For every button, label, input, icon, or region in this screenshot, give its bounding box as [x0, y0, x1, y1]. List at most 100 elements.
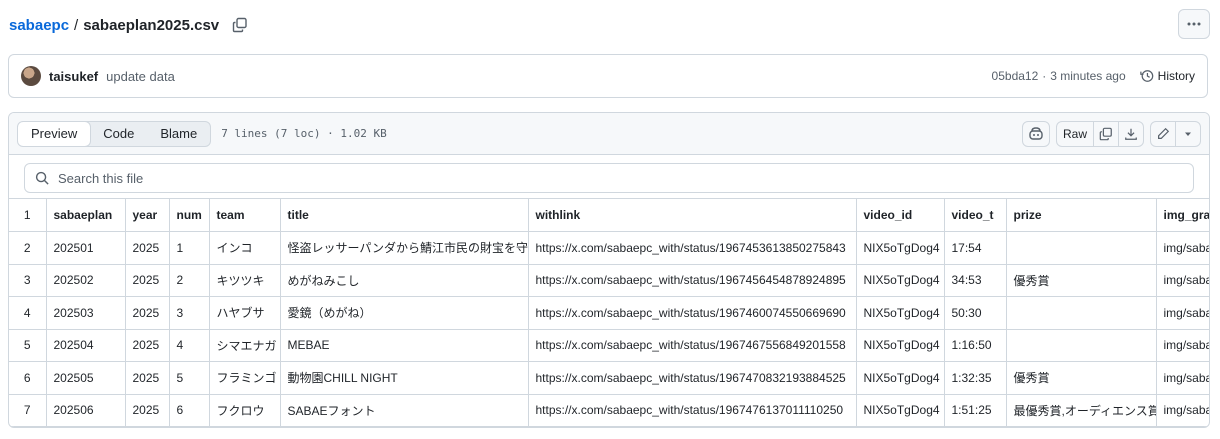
- table-cell: 2025: [124, 263, 170, 297]
- tab-preview[interactable]: Preview: [18, 121, 92, 146]
- search-placeholder: Search this file: [58, 170, 144, 186]
- file-size-info: 7 lines (7 loc) · 1.02 KB: [221, 127, 387, 140]
- download-button[interactable]: [1118, 120, 1144, 147]
- breadcrumb-repo-link[interactable]: sabaepc: [9, 17, 69, 34]
- latest-commit-bar: taisukef update data 05bda12 · 3 minutes…: [8, 54, 1208, 98]
- table-cell: 5: [168, 361, 210, 395]
- kebab-horizontal-icon: [1187, 22, 1201, 26]
- breadcrumb-file-name: sabaeplan2025.csv: [83, 16, 220, 34]
- table-cell: インコ: [208, 231, 281, 265]
- table-cell: 202505: [45, 361, 126, 395]
- table-cell: 優秀賞: [1005, 263, 1157, 297]
- table-cell: 6: [168, 393, 210, 427]
- table-cell: https://x.com/sabaepc_with/status/196746…: [527, 296, 857, 330]
- table-cell: https://x.com/sabaepc_with/status/196746…: [527, 328, 857, 362]
- table-cell: 1:16:50: [943, 328, 1007, 362]
- table-row: 4 202503 2025 3 ハヤブサ 愛鏡（めがね） https://x.com/sab…: [9, 296, 1209, 330]
- table-cell: [1005, 328, 1157, 362]
- edit-options-dropdown[interactable]: [1175, 120, 1201, 147]
- table-cell: img/sabae: [1155, 263, 1209, 297]
- table-cell: 17:54: [943, 231, 1007, 265]
- line-number: 5: [9, 328, 47, 362]
- table-cell: https://x.com/sabaepc_with/status/196745…: [527, 231, 857, 265]
- tab-code[interactable]: Code: [90, 122, 147, 146]
- column-header: img_grare: [1155, 199, 1209, 232]
- table-cell: img/sabae: [1155, 361, 1209, 395]
- copy-raw-button[interactable]: [1093, 120, 1119, 147]
- table-cell: 50:30: [943, 296, 1007, 330]
- column-header: video_id: [855, 199, 945, 232]
- table-row: 7 202506 2025 6 フクロウ SABAEフォント https://x.com/s…: [9, 393, 1209, 427]
- copy-path-icon[interactable]: [231, 16, 249, 34]
- table-cell: NIX5oTgDog4: [855, 231, 945, 265]
- breadcrumb-separator: /: [74, 16, 79, 34]
- table-cell: https://x.com/sabaepc_with/status/196747…: [527, 361, 857, 395]
- commit-sha[interactable]: 05bda12: [992, 69, 1039, 83]
- table-cell: SABAEフォント: [279, 393, 529, 427]
- column-header: team: [208, 199, 281, 232]
- table-cell: NIX5oTgDog4: [855, 296, 945, 330]
- table-cell: 2025: [124, 296, 170, 330]
- table-cell: 怪盗レッサーパンダから鯖江市民の財宝を守れ: [279, 231, 529, 265]
- table-row: 2 202501 2025 1 インコ 怪盗レッサーパンダから鯖江市民の財宝を守れ http…: [9, 231, 1209, 265]
- history-icon: [1139, 70, 1153, 82]
- table-cell: 2: [168, 263, 210, 297]
- table-cell: フラミンゴ: [208, 361, 281, 395]
- table-cell: img/sabae: [1155, 296, 1209, 330]
- table-cell: NIX5oTgDog4: [855, 263, 945, 297]
- column-header: num: [168, 199, 210, 232]
- table-row: 3 202502 2025 2 キツツキ めがねみこし https://x.com/saba…: [9, 263, 1209, 297]
- commit-message[interactable]: update data: [106, 69, 175, 84]
- history-button[interactable]: History: [1139, 69, 1195, 83]
- table-cell: めがねみこし: [279, 263, 529, 297]
- edit-file-button[interactable]: [1150, 120, 1176, 147]
- table-cell: 202501: [45, 231, 126, 265]
- history-label: History: [1157, 69, 1195, 83]
- line-number: 4: [9, 296, 47, 330]
- commit-time: 3 minutes ago: [1050, 69, 1126, 83]
- tab-blame[interactable]: Blame: [147, 122, 210, 146]
- table-cell: MEBAE: [279, 328, 529, 362]
- column-header: video_t: [943, 199, 1007, 232]
- copilot-icon: [1029, 126, 1043, 140]
- table-cell: ハヤブサ: [208, 296, 281, 330]
- table-cell: 202506: [45, 393, 126, 427]
- table-cell: 最優秀賞,オーディエンス賞: [1005, 393, 1157, 427]
- copy-icon: [1099, 127, 1112, 140]
- line-number: 3: [9, 263, 47, 297]
- raw-button[interactable]: Raw: [1056, 120, 1094, 147]
- search-icon: [35, 171, 49, 185]
- table-cell: 4: [168, 328, 210, 362]
- view-mode-tabs: Preview Code Blame: [17, 120, 212, 147]
- table-cell: 動物園CHILL NIGHT: [279, 361, 529, 395]
- table-cell: 愛鏡（めがね）: [279, 296, 529, 330]
- table-cell: 2025: [124, 361, 170, 395]
- table-cell: 2025: [124, 328, 170, 362]
- triangle-down-icon: [1185, 132, 1191, 136]
- avatar[interactable]: [21, 66, 41, 86]
- table-row: 5 202504 2025 4 シマエナガ MEBAE https://x.com/saba…: [9, 328, 1209, 362]
- search-input[interactable]: Search this file: [24, 163, 1194, 193]
- table-cell: 優秀賞: [1005, 361, 1157, 395]
- breadcrumb: sabaepc / sabaeplan2025.csv: [9, 15, 249, 35]
- table-cell: NIX5oTgDog4: [855, 328, 945, 362]
- copilot-button[interactable]: [1022, 120, 1050, 147]
- table-cell: 1:51:25: [943, 393, 1007, 427]
- table-cell: 1:32:35: [943, 361, 1007, 395]
- table-cell: 1: [168, 231, 210, 265]
- commit-author[interactable]: taisukef: [49, 69, 98, 84]
- column-header: year: [124, 199, 170, 232]
- line-number: 7: [9, 393, 47, 427]
- more-options-button[interactable]: [1178, 9, 1210, 39]
- table-cell: フクロウ: [208, 393, 281, 427]
- table-cell: 2025: [124, 231, 170, 265]
- table-cell: シマエナガ: [208, 328, 281, 362]
- column-header: sabaeplan: [45, 199, 126, 232]
- line-number: 1: [9, 199, 47, 232]
- table-cell: 202502: [45, 263, 126, 297]
- column-header: prize: [1005, 199, 1157, 232]
- table-cell: 3: [168, 296, 210, 330]
- column-header: withlink: [527, 199, 857, 232]
- line-number: 6: [9, 361, 47, 395]
- table-cell: 202503: [45, 296, 126, 330]
